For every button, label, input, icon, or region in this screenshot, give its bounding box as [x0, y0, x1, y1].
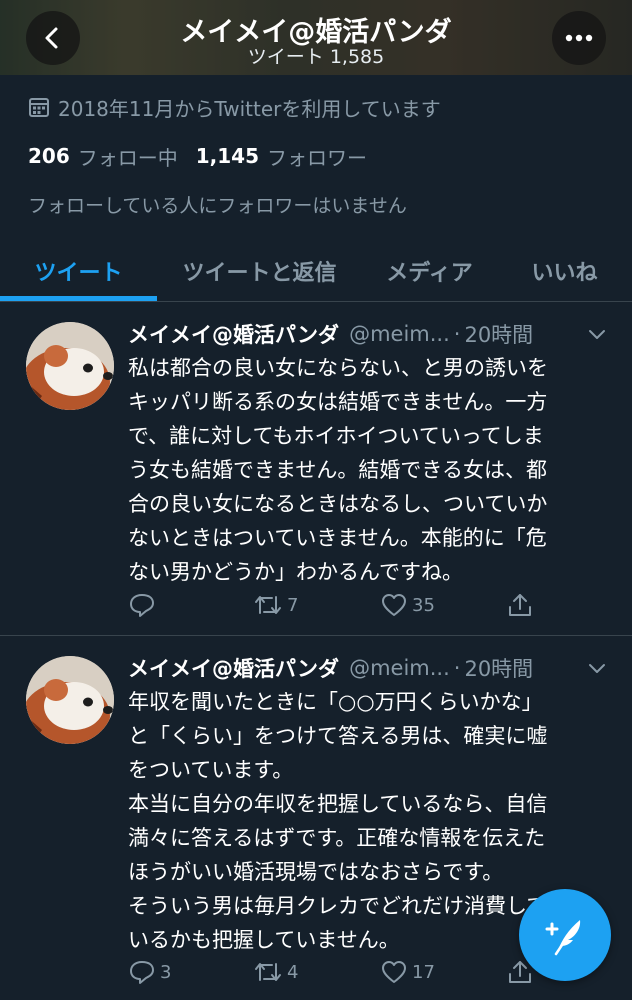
tab-tweets-and-replies[interactable]: ツイートと返信 — [157, 240, 362, 302]
more-dots-icon — [565, 34, 593, 42]
tweet[interactable]: メイメイ@婚活パンダ @meim... · 20時間 私は都合の良い女にならない… — [0, 302, 632, 636]
tweet-text-line: 本当に自分の年収を把握しているなら、自信 — [128, 792, 548, 816]
profile-header-banner: メイメイ@婚活パンダ ツイート 1,585 — [0, 0, 632, 75]
chevron-down-icon[interactable] — [585, 656, 609, 680]
avatar[interactable] — [26, 322, 114, 410]
tweet-text-line: 満々に答えるはずです。正確な情報を伝えた — [128, 826, 546, 850]
tweet-header: メイメイ@婚活パンダ @meim... · 20時間 — [128, 317, 533, 351]
tab-tweets[interactable]: ツイート — [0, 240, 157, 302]
reply-icon — [130, 594, 154, 617]
followers-label[interactable]: フォロワー — [267, 142, 367, 171]
like-button[interactable]: 17 — [380, 955, 435, 989]
reply-count: 3 — [160, 961, 172, 983]
tweet-text-line: キッパリ断る系の女は結婚できません。一方 — [128, 390, 548, 414]
heart-icon — [382, 961, 406, 983]
retweet-count: 7 — [287, 594, 299, 616]
chevron-down-icon[interactable] — [585, 322, 609, 346]
tweet-time[interactable]: 20時間 — [464, 319, 533, 349]
tweet-actions: 7 35 — [128, 588, 548, 622]
compose-tweet-button[interactable] — [519, 889, 611, 981]
like-button[interactable]: 35 — [380, 588, 435, 622]
heart-icon — [382, 594, 406, 616]
retweet-icon — [255, 596, 281, 614]
like-count: 17 — [412, 961, 435, 983]
joined-date: 2018年11月からTwitterを利用しています — [28, 92, 441, 122]
tweet-text-line: で、誰に対してもホイホイついていってしま — [128, 424, 544, 448]
tweet-text-line: う女も結婚できません。結婚できる女は、都 — [128, 458, 547, 482]
like-count: 35 — [412, 594, 435, 616]
active-tab-indicator — [0, 296, 157, 301]
share-icon — [509, 594, 531, 616]
separator-dot: · — [453, 656, 461, 680]
followed-by-note: フォローしている人にフォロワーはいません — [28, 195, 407, 217]
retweet-icon — [255, 963, 281, 981]
reply-button[interactable] — [128, 588, 160, 622]
calendar-icon — [29, 98, 49, 117]
tab-likes[interactable]: いいね — [497, 240, 632, 302]
following-count[interactable]: 206 — [28, 144, 70, 168]
separator-dot: · — [453, 322, 461, 346]
more-button[interactable] — [552, 11, 606, 65]
follow-stats: 206 フォロー中 1,145 フォロワー — [28, 141, 385, 171]
red-panda-avatar-icon — [26, 656, 114, 744]
tweet-text-line: 年収を聞いたときに「○○万円くらいかな」 — [128, 690, 543, 714]
tweet-text-line: ないときはついていきません。本能的に「危 — [128, 526, 547, 550]
tweet-actions: 3 4 17 — [128, 955, 548, 989]
tab-media[interactable]: メディア — [362, 240, 497, 302]
retweet-button[interactable]: 4 — [253, 955, 298, 989]
retweet-button[interactable]: 7 — [253, 588, 298, 622]
joined-text: 2018年11月からTwitterを利用しています — [58, 96, 441, 121]
tweet-text-line: 合の良い女になるときはなるし、ついていか — [128, 492, 548, 516]
reply-icon — [130, 961, 154, 984]
followers-count[interactable]: 1,145 — [196, 144, 259, 168]
avatar[interactable] — [26, 656, 114, 744]
tweet-time[interactable]: 20時間 — [464, 653, 533, 683]
tweet-count: ツイート 1,585 — [247, 46, 385, 68]
tweet-author-handle[interactable]: @meim... — [349, 656, 450, 680]
tweet-text-line: ない男かどうか」わかるんですね。 — [128, 560, 463, 584]
tweet-text: 私は都合の良い女にならない、と男の誘いを キッパリ断る系の女は結婚できません。一… — [128, 351, 618, 589]
tweet-text-line: をついています。 — [128, 758, 294, 782]
profile-tabs: ツイート ツイートと返信 メディア いいね — [0, 240, 632, 302]
tweet-author-name[interactable]: メイメイ@婚活パンダ — [128, 319, 339, 349]
following-label[interactable]: フォロー中 — [78, 142, 178, 171]
tweet-author-handle[interactable]: @meim... — [349, 322, 450, 346]
tweet-text-line: ほうがいい婚活現場ではなおさらです。 — [128, 860, 504, 884]
compose-tweet-icon — [545, 920, 581, 956]
red-panda-avatar-icon — [26, 322, 114, 410]
reply-button[interactable]: 3 — [128, 955, 171, 989]
tweet-author-name[interactable]: メイメイ@婚活パンダ — [128, 653, 339, 683]
tweet-text-line: 私は都合の良い女にならない、と男の誘いを — [128, 356, 548, 380]
tweet-text-line: と「くらい」をつけて答える男は、確実に嘘 — [128, 724, 548, 748]
share-button[interactable] — [506, 588, 534, 622]
tweet-header: メイメイ@婚活パンダ @meim... · 20時間 — [128, 651, 533, 685]
retweet-count: 4 — [287, 961, 299, 983]
